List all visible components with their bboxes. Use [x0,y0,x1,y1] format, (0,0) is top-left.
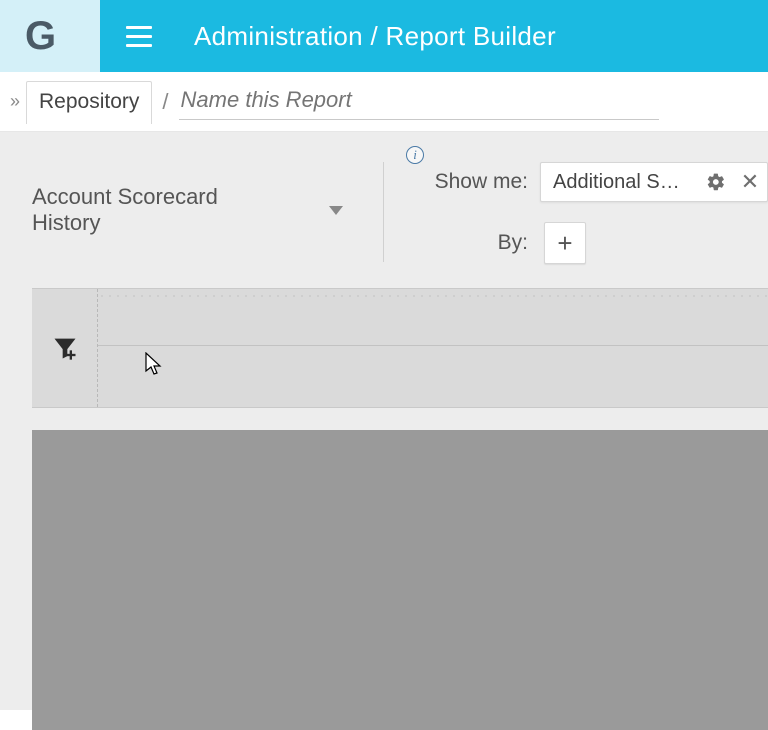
field-chip-label: Additional Scor… [541,171,699,194]
gear-icon[interactable] [699,172,733,192]
divider [383,162,384,262]
chevron-down-icon [329,206,343,215]
app-logo[interactable]: G [0,0,100,72]
results-panel [32,430,768,730]
close-icon[interactable]: ✕ [733,171,767,193]
logo-letter: G [25,14,56,59]
source-object-label: Account Scorecard History [32,184,279,236]
expand-icon[interactable]: » [10,91,20,112]
source-object-dropdown[interactable]: Account Scorecard History [32,162,343,236]
show-me-field-chip[interactable]: Additional Scor… ✕ [540,162,768,202]
app-header: G Administration / Report Builder [0,0,768,72]
filter-icon [50,334,80,362]
show-me-label: Show me: [430,170,528,194]
report-path-row: » Repository / [0,72,768,132]
page-breadcrumb: Administration / Report Builder [194,21,556,52]
report-name-input[interactable] [179,83,659,120]
menu-icon[interactable] [126,26,152,47]
info-icon[interactable]: i [406,146,424,164]
repository-link[interactable]: Repository [26,81,152,124]
filter-drop-zone[interactable] [98,289,768,407]
by-label: By: [398,231,528,255]
add-by-field-button[interactable]: + [544,222,586,264]
builder-canvas: Account Scorecard History i Show me: Add… [0,132,768,710]
breadcrumb-separator: / [162,89,168,115]
filter-bar [32,288,768,408]
add-filter-button[interactable] [32,289,98,407]
